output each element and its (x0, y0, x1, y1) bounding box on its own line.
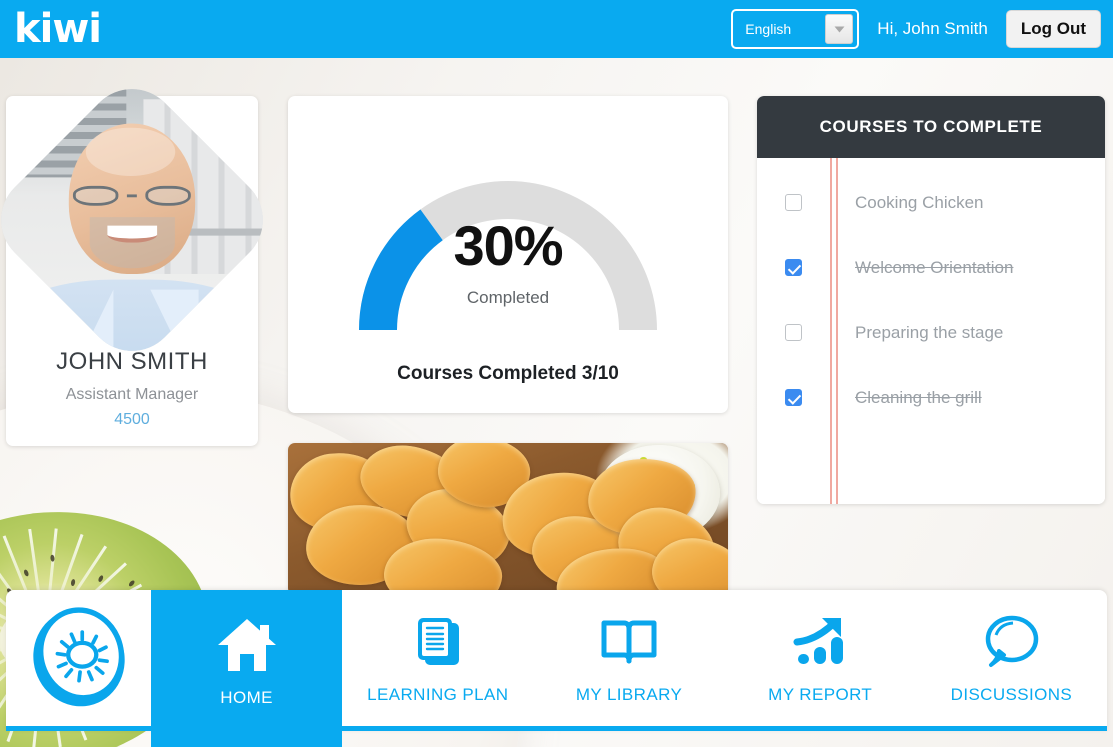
home-icon (216, 614, 278, 676)
course-label: Welcome Orientation (855, 257, 1014, 277)
growth-chart-icon (789, 611, 851, 673)
user-greeting: Hi, John Smith (877, 19, 988, 38)
avatar-smile (106, 226, 158, 243)
avatar-head (68, 123, 196, 275)
course-checkbox-cell (757, 324, 830, 341)
courses-panel-body: Cooking Chicken Welcome Orientation Prepar… (757, 158, 1105, 504)
header-right-group: English Hi, John Smith Log Out (731, 9, 1113, 49)
nav-item-my-library[interactable]: MY LIBRARY (533, 590, 724, 726)
avatar-lens-left (72, 185, 120, 207)
avatar (0, 70, 282, 370)
avatar-bridge (127, 194, 137, 198)
nav-label-home: HOME (220, 687, 273, 707)
progress-gauge: 30% Completed (328, 158, 688, 346)
checkbox-checked-icon[interactable] (785, 389, 802, 406)
checkbox-icon[interactable] (785, 194, 802, 211)
nav-label-discussions: DISCUSSIONS (950, 685, 1073, 704)
course-row[interactable]: Cooking Chicken (757, 170, 1105, 235)
course-row[interactable]: Preparing the stage (757, 300, 1105, 365)
nav-item-home[interactable]: HOME (151, 590, 343, 747)
nav-label-learning-plan: LEARNING PLAN (367, 685, 509, 704)
nav-item-discussions[interactable]: DISCUSSIONS (916, 590, 1107, 726)
course-list: Cooking Chicken Welcome Orientation Prepar… (757, 158, 1105, 430)
language-select[interactable]: English (731, 9, 860, 49)
speech-bubble-icon (980, 611, 1042, 673)
avatar-image (0, 70, 282, 370)
courses-panel-title: COURSES TO COMPLETE (757, 96, 1105, 158)
nav-label-my-report: MY REPORT (768, 685, 873, 704)
logout-button[interactable]: Log Out (1005, 10, 1101, 48)
bottom-navigation-bar: HOME LEARNING PLAN MY LIBRARY MY REPORT … (6, 590, 1107, 747)
featured-course-image (288, 443, 728, 595)
course-checkbox-cell (757, 259, 830, 276)
featured-course-card[interactable] (288, 443, 728, 595)
avatar-lens-right (144, 185, 192, 207)
progress-gauge-card: 30% Completed Courses Completed 3/10 (288, 96, 728, 413)
profile-employee-id: 4500 (114, 411, 150, 428)
app-logo[interactable]: kiwi (14, 9, 102, 49)
course-label: Cooking Chicken (855, 192, 984, 212)
kiwi-fruit-icon[interactable] (6, 590, 151, 726)
gauge-svg (359, 181, 657, 331)
course-checkbox-cell (757, 194, 830, 211)
top-header-bar: kiwi English Hi, John Smith Log Out (0, 0, 1113, 58)
checkbox-icon[interactable] (785, 324, 802, 341)
course-label: Cleaning the grill (855, 387, 982, 407)
chevron-down-icon[interactable] (825, 14, 854, 44)
courses-to-complete-panel: COURSES TO COMPLETE Cooking Chicken Welco… (757, 96, 1105, 504)
checkbox-checked-icon[interactable] (785, 259, 802, 276)
avatar-shirt (4, 280, 260, 370)
nav-item-learning-plan[interactable]: LEARNING PLAN (342, 590, 533, 726)
avatar-glasses (64, 184, 201, 208)
course-row[interactable]: Cleaning the grill (757, 365, 1105, 430)
course-label: Preparing the stage (855, 322, 1004, 342)
documents-icon (407, 611, 469, 673)
profile-card: JOHN SMITH Assistant Manager 4500 (0, 70, 282, 446)
language-select-value: English (745, 21, 792, 37)
course-row[interactable]: Welcome Orientation (757, 235, 1105, 300)
profile-role: Assistant Manager (65, 386, 199, 403)
nav-label-my-library: MY LIBRARY (575, 685, 683, 704)
nav-item-my-report[interactable]: MY REPORT (725, 590, 916, 726)
courses-completed-summary: Courses Completed 3/10 (397, 363, 619, 384)
course-checkbox-cell (757, 389, 830, 406)
open-book-icon (598, 611, 660, 673)
gauge-fill (359, 209, 444, 331)
